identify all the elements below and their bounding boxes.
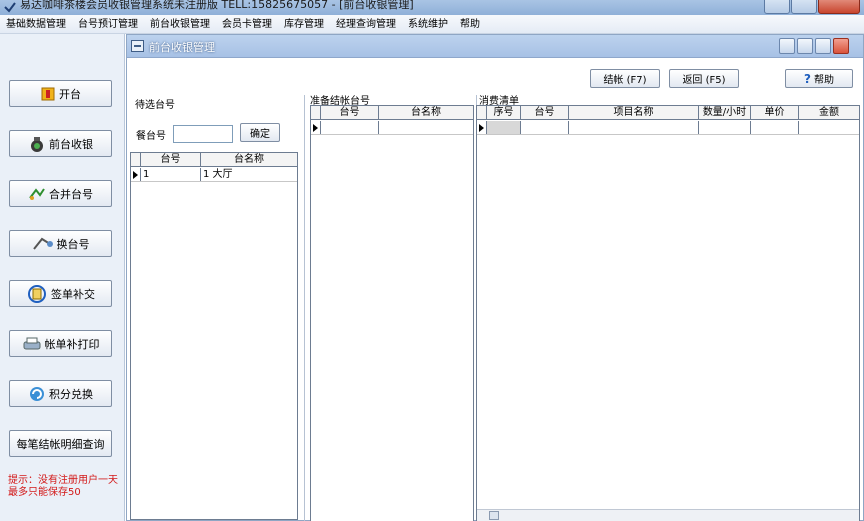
- cell-unit-price: [751, 121, 799, 134]
- table-no-label: 餐台号: [136, 131, 166, 142]
- open-table-button[interactable]: 开台: [9, 80, 112, 107]
- header-item-name: 项目名称: [569, 106, 699, 119]
- header-table-no: 台号: [321, 106, 379, 119]
- sign-bill-icon: [28, 284, 46, 303]
- header-seq: 序号: [487, 106, 521, 119]
- cell-table-no: 1: [141, 168, 201, 181]
- child-restore-button[interactable]: [779, 38, 795, 54]
- consumption-panel: 消费清单 序号 台号 项目名称 数量/小时 单价 金额: [476, 95, 861, 521]
- menu-system[interactable]: 系统维护: [402, 15, 454, 34]
- checkout-detail-query-button[interactable]: 每笔结帐明细查询: [9, 430, 112, 457]
- child-close-button[interactable]: [833, 38, 849, 54]
- sign-bill-label: 签单补交: [51, 287, 95, 301]
- merge-table-button[interactable]: 合并台号: [9, 180, 112, 207]
- header-amount: 金额: [819, 107, 839, 118]
- hint-text: 提示：没有注册用户一天最多只能保存50: [8, 475, 118, 498]
- cell-quantity: [699, 121, 751, 134]
- cell-table-name: 1 大厅: [203, 169, 233, 180]
- window-titlebar: 易达咖啡茶楼会员收银管理系统未注册版 TELL:15825675057 - [前…: [0, 0, 864, 15]
- header-spacer: [477, 106, 487, 119]
- table-row[interactable]: 1 1 大厅: [131, 168, 297, 182]
- merge-table-label: 合并台号: [49, 187, 93, 201]
- change-table-icon: [32, 237, 53, 250]
- window-menu-icon[interactable]: [131, 40, 144, 52]
- menu-basic-data[interactable]: 基础数据管理: [0, 15, 72, 34]
- open-table-icon: [41, 87, 55, 100]
- window-title: 易达咖啡茶楼会员收银管理系统未注册版 TELL:15825675057 - [前…: [20, 0, 414, 11]
- front-cashier-button[interactable]: 前台收银: [9, 130, 112, 157]
- app-logo-icon: [4, 2, 16, 13]
- pending-tables-panel: 待选台号 餐台号 确定 台号 台名称 1 1 大厅: [127, 95, 305, 521]
- money-bag-icon: [31, 136, 43, 152]
- menu-inventory[interactable]: 库存管理: [278, 15, 330, 34]
- minimize-button[interactable]: [764, 0, 790, 14]
- return-label: 返回 (F5): [682, 75, 726, 86]
- current-row-indicator: [477, 121, 487, 134]
- cashier-window-titlebar: 前台收银管理: [127, 35, 863, 58]
- return-button[interactable]: 返回 (F5): [669, 69, 739, 88]
- menu-front-cashier[interactable]: 前台收银管理: [144, 15, 216, 34]
- change-table-button[interactable]: 换台号: [9, 230, 112, 257]
- cashier-window: 前台收银管理 结帐 (F7) 返回 (F5) ? 帮助 待选台号 餐台号 确定 …: [126, 34, 864, 521]
- menu-help[interactable]: 帮助: [454, 15, 486, 34]
- cell-item-name: [569, 121, 699, 134]
- scroll-thumb[interactable]: [489, 511, 499, 520]
- cell-table-no: [521, 121, 569, 134]
- header-spacer: [311, 106, 321, 119]
- sign-bill-button[interactable]: 签单补交: [9, 280, 112, 307]
- current-row-indicator: [131, 168, 141, 181]
- points-exchange-label: 积分兑换: [49, 387, 93, 401]
- pending-tables-label: 待选台号: [135, 100, 175, 111]
- header-table-no: 台号: [521, 106, 569, 119]
- checkout-label: 结帐 (F7): [603, 75, 647, 86]
- pending-tables-grid[interactable]: 台号 台名称 1 1 大厅: [130, 152, 298, 520]
- current-row-indicator: [311, 121, 321, 134]
- help-icon: ?: [804, 71, 811, 86]
- menu-table-booking[interactable]: 台号预订管理: [72, 15, 144, 34]
- header-unit-price: 单价: [751, 106, 799, 119]
- consumption-grid[interactable]: 序号 台号 项目名称 数量/小时 单价 金额: [476, 105, 860, 521]
- horizontal-scrollbar[interactable]: [477, 509, 859, 521]
- cell-table-no: [321, 121, 379, 134]
- table-no-input[interactable]: [173, 125, 233, 143]
- checkout-detail-query-label: 每笔结帐明细查询: [16, 437, 105, 451]
- header-table-name: 台名称: [411, 107, 441, 118]
- points-exchange-button[interactable]: 积分兑换: [9, 380, 112, 407]
- confirm-button[interactable]: 确定: [240, 123, 280, 142]
- printer-icon: [23, 337, 40, 349]
- child-minimize-button[interactable]: [797, 38, 813, 54]
- cell-seq: [487, 121, 521, 134]
- front-cashier-label: 前台收银: [49, 137, 93, 151]
- reprint-bill-label: 帐单补打印: [44, 337, 100, 351]
- sidebar: 开台 前台收银 合并台号 换台号 签单补交 帐单补打印 积分兑换 每笔结帐明细查…: [0, 34, 125, 521]
- help-label: 帮助: [813, 75, 834, 86]
- cashier-window-title: 前台收银管理: [149, 41, 215, 54]
- header-table-no: 台号: [141, 153, 201, 166]
- cell-amount: [799, 121, 859, 134]
- header-quantity: 数量/小时: [699, 106, 751, 119]
- header-table-name: 台名称: [234, 154, 264, 165]
- checkout-button[interactable]: 结帐 (F7): [590, 69, 660, 88]
- merge-icon: [29, 187, 45, 200]
- consumption-row[interactable]: [477, 121, 859, 135]
- cell-table-name: [379, 121, 473, 134]
- reprint-bill-button[interactable]: 帐单补打印: [9, 330, 112, 357]
- checkout-ready-panel: 准备结帐台号 台号 台名称: [307, 95, 477, 521]
- menu-member-card[interactable]: 会员卡管理: [216, 15, 278, 34]
- confirm-label: 确定: [250, 129, 270, 140]
- maximize-button[interactable]: [791, 0, 817, 14]
- table-row[interactable]: [311, 121, 473, 135]
- change-table-label: 换台号: [56, 237, 90, 251]
- checkout-ready-grid[interactable]: 台号 台名称: [310, 105, 474, 521]
- header-spacer: [131, 153, 141, 166]
- child-maximize-button[interactable]: [815, 38, 831, 54]
- close-button[interactable]: [818, 0, 860, 14]
- open-table-label: 开台: [59, 87, 81, 101]
- menu-bar: 基础数据管理 台号预订管理 前台收银管理 会员卡管理 库存管理 经理查询管理 系…: [0, 15, 864, 34]
- help-button[interactable]: ? 帮助: [785, 69, 853, 88]
- menu-manager-query[interactable]: 经理查询管理: [330, 15, 402, 34]
- refresh-points-icon: [30, 386, 44, 401]
